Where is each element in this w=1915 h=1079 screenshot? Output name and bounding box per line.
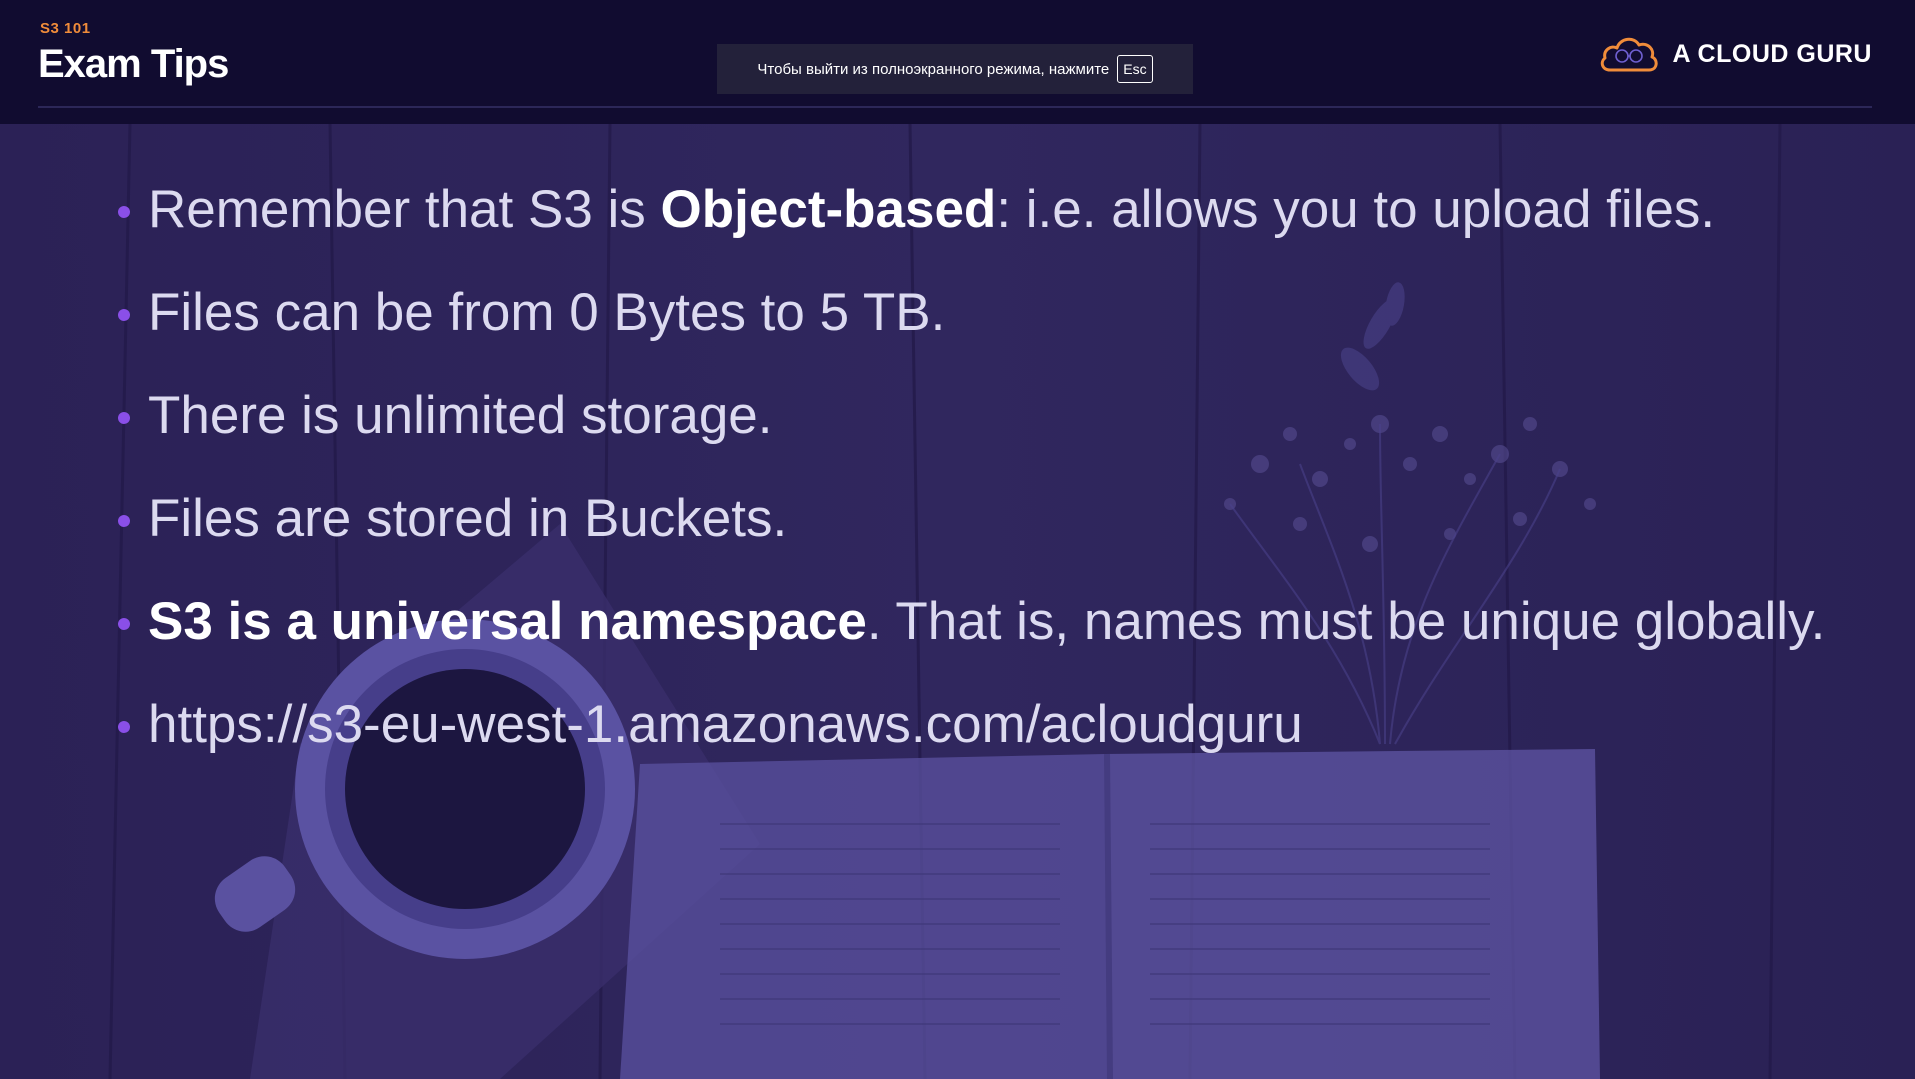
bullet-bold-text: Object-based	[660, 180, 997, 239]
fullscreen-exit-notice: Чтобы выйти из полноэкранного режима, на…	[717, 44, 1193, 94]
bullet-dot-icon	[118, 721, 130, 733]
bullet-dot-icon	[118, 309, 130, 321]
bullet-bold-text: S3 is a universal namespace	[148, 592, 867, 651]
bullet-dot-icon	[118, 515, 130, 527]
bullet-dot-icon	[118, 618, 130, 630]
course-tag: S3 101	[40, 20, 91, 37]
bullet-text: Files can be from 0 Bytes to 5 TB.	[148, 283, 946, 342]
list-item: S3 is a universal namespace. That is, na…	[110, 582, 1825, 685]
bullet-text-suffix: . That is, names must be unique globally…	[866, 592, 1826, 651]
list-item: There is unlimited storage.	[110, 376, 1825, 479]
bullet-text-suffix: : i.e. allows you to upload files.	[996, 180, 1716, 239]
bullet-dot-icon	[118, 412, 130, 424]
list-item: Remember that S3 is Object-based: i.e. a…	[110, 170, 1825, 273]
brand-logo: A CLOUD GURU	[1598, 32, 1872, 76]
fullscreen-notice-text: Чтобы выйти из полноэкранного режима, на…	[757, 60, 1110, 78]
list-item: Files can be from 0 Bytes to 5 TB.	[110, 273, 1825, 376]
esc-key-hint: Esc	[1117, 55, 1153, 83]
slide: S3 101 Exam Tips Чтобы выйти из полноэкр…	[0, 0, 1915, 1079]
bullet-text: Files are stored in Buckets.	[148, 489, 788, 548]
bullet-dot-icon	[118, 206, 130, 218]
list-item: https://s3-eu-west-1.amazonaws.com/aclou…	[110, 685, 1825, 788]
exam-tips-list: Remember that S3 is Object-based: i.e. a…	[110, 170, 1825, 788]
bullet-text: Remember that S3 is	[148, 180, 661, 239]
cloud-logo-icon	[1601, 37, 1659, 72]
header-divider	[38, 106, 1872, 108]
bucket-url-text: https://s3-eu-west-1.amazonaws.com/aclou…	[148, 695, 1303, 754]
header-bar: S3 101 Exam Tips Чтобы выйти из полноэкр…	[0, 0, 1915, 124]
brand-name: A CLOUD GURU	[1672, 39, 1872, 68]
bullet-text: There is unlimited storage.	[148, 386, 773, 445]
page-title: Exam Tips	[38, 42, 229, 86]
list-item: Files are stored in Buckets.	[110, 479, 1825, 582]
